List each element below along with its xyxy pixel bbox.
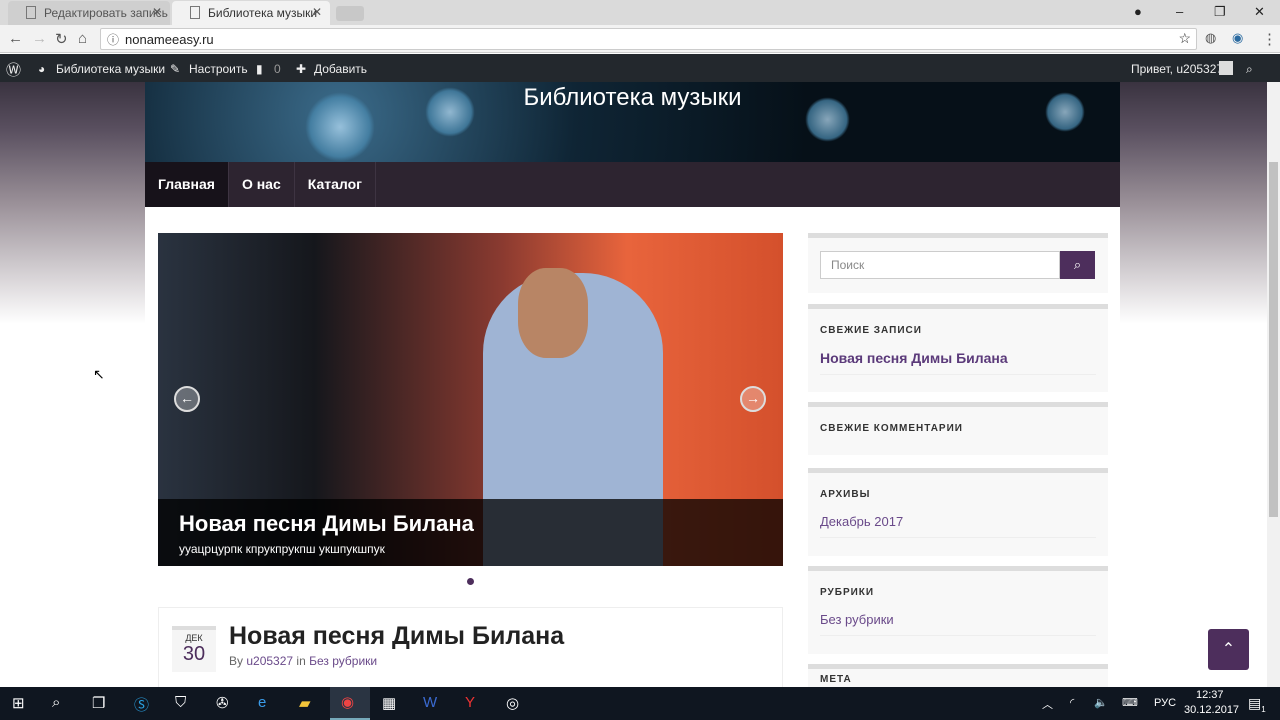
edge-icon[interactable]: e [258,694,266,711]
post-title[interactable]: Новая песня Димы Билана [229,622,564,651]
start-icon[interactable]: ⊞ [12,694,25,712]
slide-excerpt: ууацрцурпк кпрукпрукпш укшпукшпук [179,542,385,556]
slide-title[interactable]: Новая песня Димы Билана [179,511,762,537]
account-link[interactable]: Привет, u205327 [1131,62,1223,76]
site-header: Библиотека музыки [145,82,1120,162]
volume-icon[interactable]: 🔈 [1094,696,1108,709]
close-tab-icon[interactable]: ✕ [152,5,162,19]
star-icon[interactable]: ☆ [1178,30,1191,47]
tab-music-library[interactable]: Библиотека музыки ✕ [172,1,330,25]
extension-icon[interactable]: ◉ [1232,30,1243,46]
explorer-icon[interactable]: ▰ [299,694,311,712]
page-icon [26,6,36,19]
customize-link[interactable]: Настроить [189,62,248,76]
dashboard-icon: ◕ [38,62,46,76]
slide-caption: Новая песня Димы Билана ууацрцурпк кпрук… [158,499,783,566]
avatar[interactable] [1219,61,1233,75]
archives-widget: АРХИВЫ Декабрь 2017 [808,468,1108,556]
wp-admin-bar: Ⓦ ◕ Библиотека музыки ✎ Настроить ▮ 0 ✚ … [0,54,1280,82]
content-area: ← → Новая песня Димы Билана ууацрцурпк к… [145,207,1120,697]
new-tab-button[interactable] [336,6,364,21]
recent-posts-widget: СВЕЖИЕ ЗАПИСИ Новая песня Димы Билана [808,304,1108,392]
search-input[interactable]: Поиск [820,251,1060,279]
next-arrow-icon[interactable]: → [740,386,766,412]
tab-strip: Редактировать запись «✕ Библиотека музык… [0,0,1280,34]
wordpress-icon[interactable]: Ⓦ [6,59,21,80]
recent-post-link[interactable]: Новая песня Димы Билана [820,350,1096,375]
menu-icon[interactable]: ⋮ [1262,30,1277,48]
category-link[interactable]: Без рубрики [820,612,1096,636]
task-view-icon[interactable]: ❐ [92,694,105,712]
toolbar: ← → ↻ ⌂ ⓘ nonameeasy.ru ☆ ◍ ◉ ⋮ [0,25,1280,53]
tray-chevron-icon[interactable]: ︿ [1042,696,1053,712]
categories-widget: РУБРИКИ Без рубрики [808,566,1108,654]
network-icon[interactable]: ◜ [1070,696,1074,709]
main-menu: Главная О нас Каталог [145,162,1120,207]
back-icon[interactable]: ← [8,30,23,47]
site-title[interactable]: Библиотека музыки [145,82,1120,112]
info-icon: ⓘ [107,33,120,47]
post-date: ДЕК 30 [172,626,216,672]
word-icon[interactable]: W [423,694,437,711]
home-icon[interactable]: ⌂ [78,30,87,47]
archive-link[interactable]: Декабрь 2017 [820,514,1096,538]
menu-item-catalog[interactable]: Каталог [295,162,376,207]
scrollbar[interactable] [1267,82,1280,687]
comment-icon: ▮ [256,62,263,76]
slider-dot[interactable] [467,578,474,585]
app-icon[interactable]: ✇ [216,694,229,712]
obs-icon[interactable]: ◎ [506,694,519,712]
clock-date[interactable]: 30.12.2017 [1184,704,1239,716]
post-card: ДЕК 30 Новая песня Димы Билана By u205327… [158,607,783,697]
tab-edit-post[interactable]: Редактировать запись «✕ [8,1,170,34]
recent-comments-widget: СВЕЖИЕ КОММЕНТАРИИ [808,402,1108,455]
search-widget: Поиск ⌕ [808,233,1108,293]
yandex-icon[interactable]: Y [465,694,475,711]
post-meta: By u205327 in Без рубрики [229,654,378,668]
extension-icon[interactable]: ◍ [1205,30,1216,46]
meta-widget-title: МЕТА [820,674,852,685]
search-icon[interactable]: ⌕ [1246,62,1253,77]
language-indicator[interactable]: РУС [1154,697,1176,709]
menu-item-about[interactable]: О нас [229,162,295,207]
author-link[interactable]: u205327 [246,654,293,668]
chrome-icon[interactable]: ◉ [330,687,370,720]
brush-icon: ✎ [170,62,181,76]
comments-count[interactable]: 0 [274,62,281,76]
reload-icon[interactable]: ↻ [55,30,68,48]
store-icon[interactable]: ⛉ [175,694,186,711]
scrollbar-thumb[interactable] [1269,162,1278,517]
admin-site-link[interactable]: Библиотека музыки [56,62,165,76]
mouse-cursor-icon: ↖ [93,366,105,382]
maximize-button[interactable]: ❐ [1214,4,1226,20]
meta-widget: МЕТА [808,664,1108,687]
menu-item-home[interactable]: Главная [145,162,229,207]
address-bar[interactable]: ⓘ nonameeasy.ru ☆ [100,28,1197,50]
minimize-button[interactable]: – [1176,4,1183,19]
prev-arrow-icon[interactable]: ← [174,386,200,412]
notifications-icon[interactable]: ▤1 [1248,695,1266,714]
page-icon [190,6,200,19]
profile-icon[interactable]: ● [1134,4,1142,19]
category-link[interactable]: Без рубрики [309,654,377,668]
calculator-icon[interactable]: ▦ [382,694,396,712]
featured-slider[interactable]: ← → Новая песня Димы Билана ууацрцурпк к… [158,233,783,566]
close-tab-icon[interactable]: ✕ [312,5,322,19]
clock-time[interactable]: 12:37 [1196,689,1224,701]
taskbar: ⊞ ⌕ ❐ Ⓢ ⛉ ✇ e ▰ ◉ ▦ W Y ◎ ︿ ◜ 🔈 ⌨ РУС 12… [0,687,1280,720]
new-link[interactable]: Добавить [314,62,367,76]
search-button[interactable]: ⌕ [1060,251,1095,279]
forward-icon[interactable]: → [32,30,47,47]
keyboard-icon[interactable]: ⌨ [1122,696,1138,709]
scroll-to-top-button[interactable]: ⌃ [1208,629,1249,670]
close-window-button[interactable]: ✕ [1254,4,1265,20]
skype-icon[interactable]: Ⓢ [134,694,149,715]
plus-icon: ✚ [296,62,307,76]
search-icon[interactable]: ⌕ [52,694,60,711]
